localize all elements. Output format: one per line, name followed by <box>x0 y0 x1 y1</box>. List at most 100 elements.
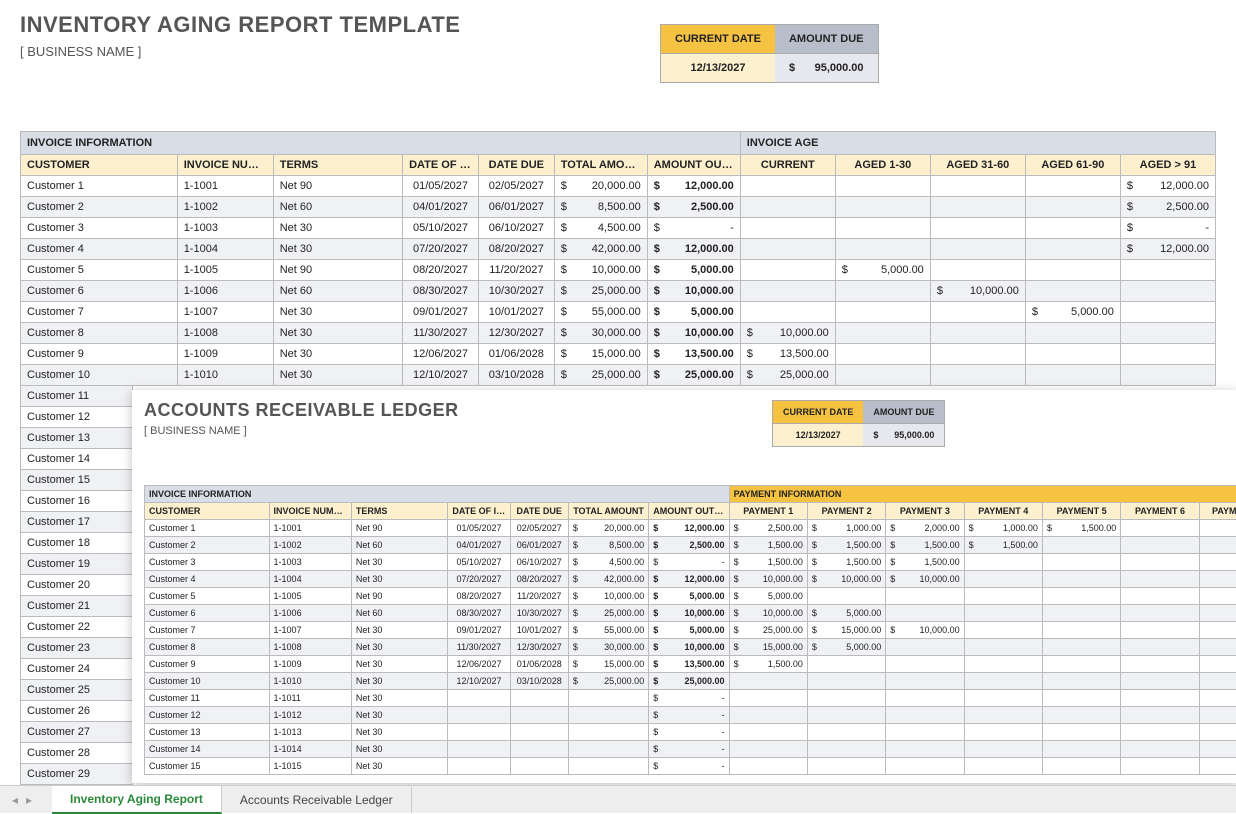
col-aged-61-90[interactable]: AGED 61-90 <box>1025 155 1120 176</box>
table-row[interactable]: Customer 61-1006Net 6008/30/202710/30/20… <box>21 281 1216 302</box>
col-current[interactable]: CURRENT <box>740 155 835 176</box>
col2-amount-outstanding[interactable]: AMOUNT OUTSTANDING <box>649 503 729 520</box>
table-row[interactable]: Customer 26 <box>21 701 133 722</box>
table-row[interactable]: Customer 131-1013Net 30$- <box>145 724 1236 741</box>
table-row[interactable]: Customer 15 <box>21 470 133 491</box>
col-customer[interactable]: CUSTOMER <box>21 155 178 176</box>
table-row[interactable]: Customer 12 <box>21 407 133 428</box>
table-row[interactable]: Customer 25 <box>21 680 133 701</box>
table-row[interactable]: Customer 20 <box>21 575 133 596</box>
section-header-row: INVOICE INFORMATION INVOICE AGE <box>21 132 1216 155</box>
invoice-info-header: INVOICE INFORMATION <box>21 132 741 155</box>
table-row[interactable]: Customer 21-1002Net 6004/01/202706/01/20… <box>145 537 1236 554</box>
col2-payment-7[interactable]: PAYM <box>1199 503 1236 520</box>
column-header-row: CUSTOMER INVOICE NUMBER TERMS DATE OF IN… <box>21 155 1216 176</box>
tab-inventory-aging[interactable]: Inventory Aging Report <box>52 786 222 814</box>
section-header-row-2: INVOICE INFORMATION PAYMENT INFORMATION <box>145 486 1236 503</box>
table-row[interactable]: Customer 101-1010Net 3012/10/202703/10/2… <box>145 673 1236 690</box>
table-row[interactable]: Customer 41-1004Net 3007/20/202708/20/20… <box>145 571 1236 588</box>
amount-due-label: AMOUNT DUE <box>775 25 878 54</box>
page-title: INVENTORY AGING REPORT TEMPLATE <box>20 12 1216 38</box>
payment-info-header: PAYMENT INFORMATION <box>729 486 1236 503</box>
table-row[interactable]: Customer 51-1005Net 9008/20/202711/20/20… <box>21 260 1216 281</box>
col2-terms[interactable]: TERMS <box>351 503 447 520</box>
table-row[interactable]: Customer 13 <box>21 428 133 449</box>
invoice-age-header: INVOICE AGE <box>740 132 1215 155</box>
page-title-2: ACCOUNTS RECEIVABLE LEDGER <box>144 400 1236 421</box>
table-row[interactable]: Customer 71-1007Net 3009/01/202710/01/20… <box>21 302 1216 323</box>
table-row[interactable]: Customer 27 <box>21 722 133 743</box>
nav-next-icon[interactable]: ▸ <box>22 793 36 807</box>
col2-payment-5[interactable]: PAYMENT 5 <box>1042 503 1120 520</box>
table-row[interactable]: Customer 81-1008Net 3011/30/202712/30/20… <box>21 323 1216 344</box>
col2-total-amount[interactable]: TOTAL AMOUNT <box>568 503 648 520</box>
table-row[interactable]: Customer 111-1011Net 30$- <box>145 690 1236 707</box>
col2-payment-3[interactable]: PAYMENT 3 <box>886 503 964 520</box>
table-row[interactable]: Customer 17 <box>21 512 133 533</box>
table-row[interactable]: Customer 22 <box>21 617 133 638</box>
table-row[interactable]: Customer 24 <box>21 659 133 680</box>
tab-accounts-receivable[interactable]: Accounts Receivable Ledger <box>222 787 412 813</box>
col-aged-gt-91[interactable]: AGED > 91 <box>1120 155 1215 176</box>
table-row[interactable]: Customer 21-1002Net 6004/01/202706/01/20… <box>21 197 1216 218</box>
stub-customer-column: Customer 11Customer 12Customer 13Custome… <box>20 385 133 785</box>
table-row[interactable]: Customer 11-1001Net 9001/05/202702/05/20… <box>145 520 1236 537</box>
summary-box: CURRENT DATE 12/13/2027 AMOUNT DUE $95,0… <box>660 24 879 83</box>
table-row[interactable]: Customer 121-1012Net 30$- <box>145 707 1236 724</box>
table-row[interactable]: Customer 91-1009Net 3012/06/202701/06/20… <box>145 656 1236 673</box>
col-date-due[interactable]: DATE DUE <box>478 155 554 176</box>
col-date-of-invoice[interactable]: DATE OF INVOICE <box>403 155 479 176</box>
amount-due-label-2: AMOUNT DUE <box>863 401 944 424</box>
nav-prev-icon[interactable]: ◂ <box>8 793 22 807</box>
current-date-value: 12/13/2027 <box>661 54 775 82</box>
table-row[interactable]: Customer 61-1006Net 6008/30/202710/30/20… <box>145 605 1236 622</box>
col2-payment-4[interactable]: PAYMENT 4 <box>964 503 1042 520</box>
col-invoice-number[interactable]: INVOICE NUMBER <box>177 155 273 176</box>
col2-payment-2[interactable]: PAYMENT 2 <box>807 503 885 520</box>
table-row[interactable]: Customer 91-1009Net 3012/06/202701/06/20… <box>21 344 1216 365</box>
table-row[interactable]: Customer 16 <box>21 491 133 512</box>
table-row[interactable]: Customer 31-1003Net 3005/10/202706/10/20… <box>145 554 1236 571</box>
current-date-value-2: 12/13/2027 <box>773 424 863 446</box>
table-row[interactable]: Customer 151-1015Net 30$- <box>145 758 1236 775</box>
table-row[interactable]: Customer 51-1005Net 9008/20/202711/20/20… <box>145 588 1236 605</box>
col2-payment-6[interactable]: PAYMENT 6 <box>1121 503 1199 520</box>
table-row[interactable]: Customer 31-1003Net 3005/10/202706/10/20… <box>21 218 1216 239</box>
invoice-info-header-2: INVOICE INFORMATION <box>145 486 730 503</box>
col-terms[interactable]: TERMS <box>273 155 402 176</box>
col-total-amount[interactable]: TOTAL AMOUNT <box>554 155 647 176</box>
table-row[interactable]: Customer 28 <box>21 743 133 764</box>
summary-box-2: CURRENT DATE 12/13/2027 AMOUNT DUE $95,0… <box>772 400 945 447</box>
col2-payment-1[interactable]: PAYMENT 1 <box>729 503 807 520</box>
sheet-tab-bar: ◂ ▸ Inventory Aging Report Accounts Rece… <box>0 785 1236 813</box>
aging-table: INVOICE INFORMATION INVOICE AGE CUSTOMER… <box>20 131 1216 386</box>
amount-due-value: $95,000.00 <box>775 54 878 82</box>
col2-invoice-number[interactable]: INVOICE NUMBER <box>269 503 351 520</box>
table-row[interactable]: Customer 23 <box>21 638 133 659</box>
table-row[interactable]: Customer 11-1001Net 9001/05/202702/05/20… <box>21 176 1216 197</box>
table-row[interactable]: Customer 71-1007Net 3009/01/202710/01/20… <box>145 622 1236 639</box>
col-aged-31-60[interactable]: AGED 31-60 <box>930 155 1025 176</box>
current-date-label-2: CURRENT DATE <box>773 401 863 424</box>
table-row[interactable]: Customer 29 <box>21 764 133 785</box>
table-row[interactable]: Customer 141-1014Net 30$- <box>145 741 1236 758</box>
table-row[interactable]: Customer 18 <box>21 533 133 554</box>
business-name-2: [ BUSINESS NAME ] <box>144 425 1236 437</box>
column-header-row-2: CUSTOMER INVOICE NUMBER TERMS DATE OF IN… <box>145 503 1236 520</box>
table-row[interactable]: Customer 11 <box>21 386 133 407</box>
col2-customer[interactable]: CUSTOMER <box>145 503 270 520</box>
business-name: [ BUSINESS NAME ] <box>20 44 1216 59</box>
col2-date-due[interactable]: DATE DUE <box>510 503 568 520</box>
table-row[interactable]: Customer 41-1004Net 3007/20/202708/20/20… <box>21 239 1216 260</box>
ledger-table: INVOICE INFORMATION PAYMENT INFORMATION … <box>144 485 1236 775</box>
col-aged-1-30[interactable]: AGED 1-30 <box>835 155 930 176</box>
table-row[interactable]: Customer 81-1008Net 3011/30/202712/30/20… <box>145 639 1236 656</box>
table-row[interactable]: Customer 101-1010Net 3012/10/202703/10/2… <box>21 365 1216 386</box>
table-row[interactable]: Customer 14 <box>21 449 133 470</box>
current-date-label: CURRENT DATE <box>661 25 775 54</box>
col2-date-of-invoice[interactable]: DATE OF INVOICE <box>448 503 510 520</box>
col-amount-outstanding[interactable]: AMOUNT OUTSTANDING <box>647 155 740 176</box>
table-row[interactable]: Customer 19 <box>21 554 133 575</box>
table-row[interactable]: Customer 21 <box>21 596 133 617</box>
amount-due-value-2: $95,000.00 <box>863 424 944 446</box>
